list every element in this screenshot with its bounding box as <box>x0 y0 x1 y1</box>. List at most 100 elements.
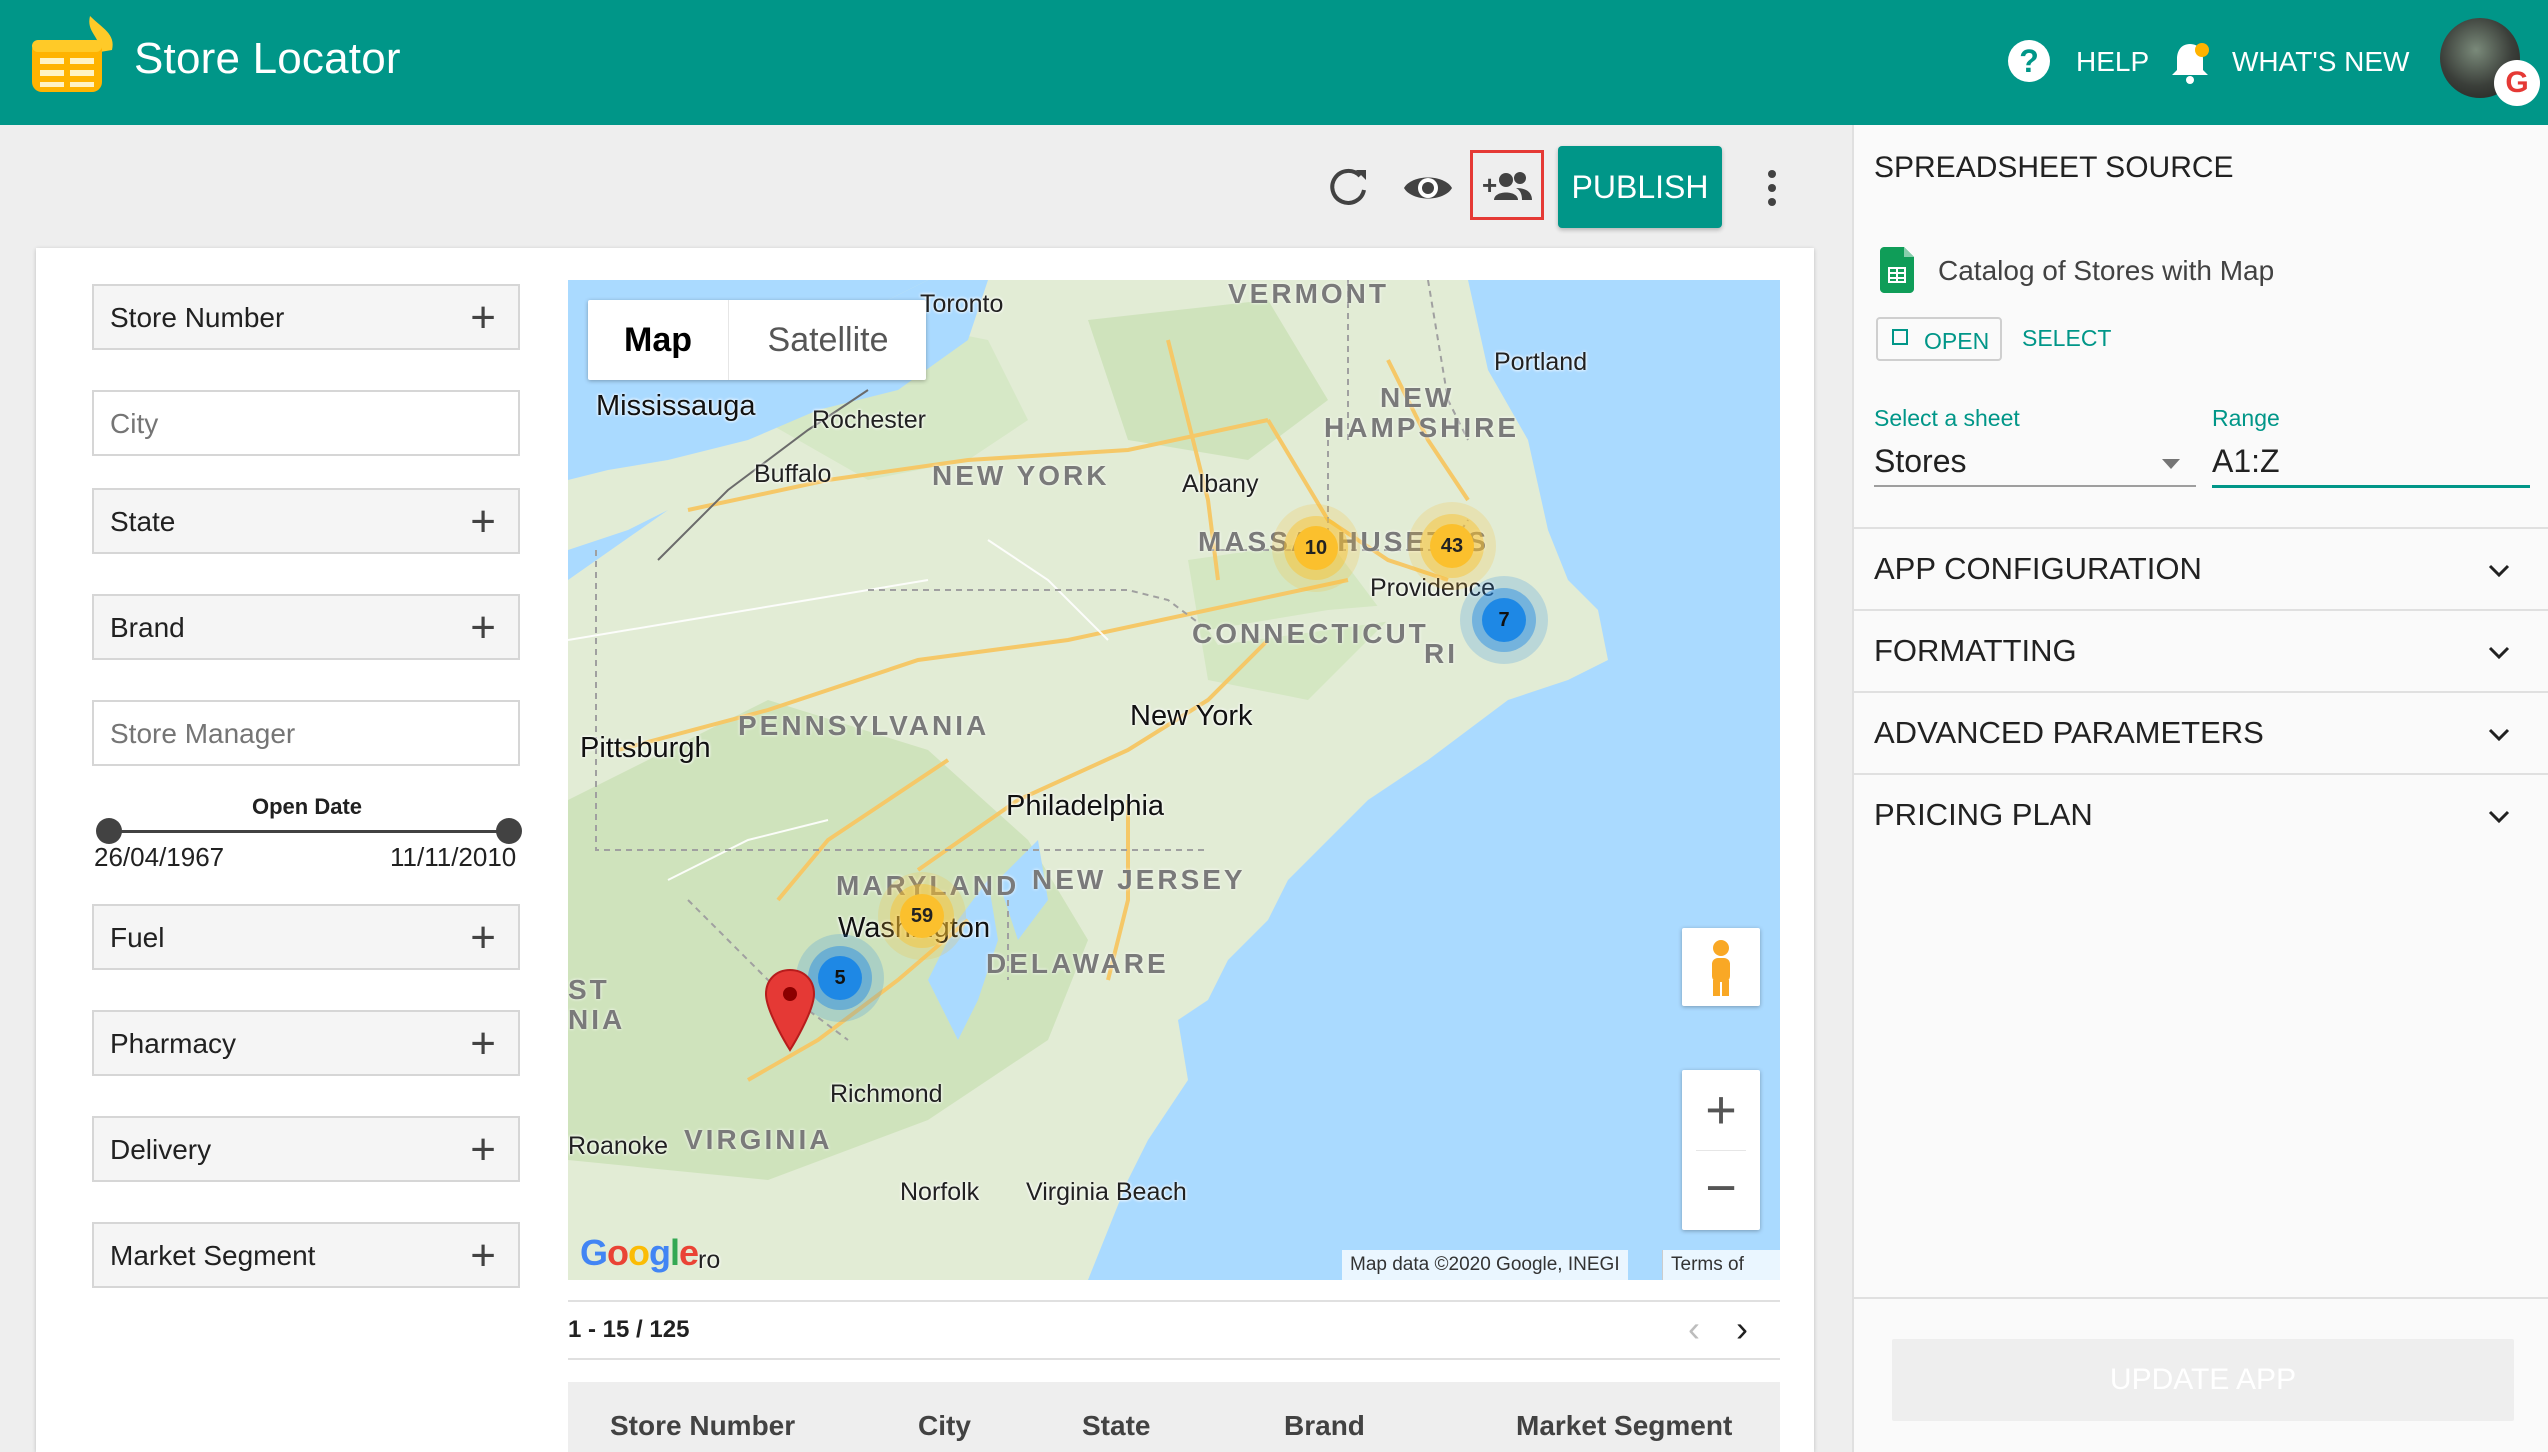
map-attribution: Map data ©2020 Google, INEGI <box>1342 1250 1628 1280</box>
filter-market-segment[interactable]: Market Segment + <box>92 1222 520 1288</box>
open-date-start: 26/04/1967 <box>94 842 225 872</box>
pager-prev-icon[interactable]: ‹ <box>1688 1308 1700 1350</box>
update-app-button[interactable]: UPDATE APP <box>1892 1339 2514 1421</box>
filter-state[interactable]: State + <box>92 488 520 554</box>
map-label-ri: RI <box>1424 638 1458 669</box>
help-link[interactable]: HELP <box>2076 46 2149 78</box>
pager-next-icon[interactable]: › <box>1736 1308 1748 1350</box>
dropdown-caret-icon[interactable] <box>2160 457 2182 471</box>
zoom-in-button[interactable]: + <box>1682 1070 1760 1150</box>
more-vert-icon[interactable] <box>1744 160 1800 216</box>
open-label: OPEN <box>1924 328 1990 354</box>
plus-icon[interactable]: + <box>470 296 496 340</box>
map-label-vermont: VERMONT <box>1228 280 1389 309</box>
open-date-end-handle[interactable] <box>496 818 522 844</box>
filter-label: Fuel <box>110 922 165 953</box>
section-formatting[interactable]: FORMATTING <box>1854 609 2548 691</box>
open-date-title: Open Date <box>252 794 363 819</box>
help-icon[interactable]: ? <box>2008 40 2050 82</box>
map-label-virginia-beach: Virginia Beach <box>1026 1178 1187 1206</box>
range-input[interactable]: A1:Z <box>2212 443 2280 480</box>
svg-text:+: + <box>1482 170 1497 200</box>
refresh-icon[interactable] <box>1320 160 1376 216</box>
section-pricing-plan[interactable]: PRICING PLAN <box>1854 773 2548 855</box>
terms-of-use-link[interactable]: Terms of Use <box>1662 1250 1780 1280</box>
plus-icon[interactable]: + <box>470 1022 496 1066</box>
filter-label: Market Segment <box>110 1240 316 1271</box>
preview-eye-icon[interactable] <box>1400 160 1456 216</box>
section-title: ADVANCED PARAMETERS <box>1874 715 2264 750</box>
plus-icon[interactable]: + <box>470 916 496 960</box>
cluster-marker[interactable]: 10 <box>1294 526 1338 570</box>
app-bar: Store Locator ? HELP WHAT'S NEW G <box>0 0 2548 125</box>
store-locator-preview-card: Store Number + City State + Brand + Stor… <box>36 248 1814 1452</box>
whats-new-link[interactable]: WHAT'S NEW <box>2232 46 2409 78</box>
cluster-marker[interactable]: 7 <box>1482 598 1526 642</box>
sheet-select-value[interactable]: Stores <box>1874 443 1966 480</box>
street-view-pegman[interactable] <box>1682 928 1760 1006</box>
location-pin-icon[interactable] <box>764 968 816 1052</box>
section-title: FORMATTING <box>1874 633 2077 668</box>
map-label-boro: ro <box>698 1246 721 1274</box>
google-logo: Google <box>580 1232 699 1273</box>
map-type-map-button[interactable]: Map <box>588 300 728 380</box>
bell-icon[interactable] <box>2168 38 2212 86</box>
map-label-mississauga: Mississauga <box>596 390 756 422</box>
open-spreadsheet-button[interactable]: OPEN <box>1876 317 2002 361</box>
filter-store-number[interactable]: Store Number + <box>92 284 520 350</box>
open-date-start-handle[interactable] <box>96 818 122 844</box>
filter-label: Delivery <box>110 1134 212 1165</box>
select-spreadsheet-button[interactable]: SELECT <box>2022 325 2111 352</box>
store-manager-input[interactable]: Store Manager <box>92 700 520 766</box>
map-label-west-virginia-1: ST <box>568 974 610 1005</box>
spreadsheet-name: Catalog of Stores with Map <box>1938 255 2275 286</box>
map-label-pittsburgh: Pittsburgh <box>580 732 711 764</box>
map-label-providence: Providence <box>1370 574 1496 602</box>
plus-icon[interactable]: + <box>470 1128 496 1172</box>
column-header-store-number[interactable]: Store Number <box>610 1410 795 1442</box>
filter-pharmacy[interactable]: Pharmacy + <box>92 1010 520 1076</box>
plus-icon[interactable]: + <box>470 1234 496 1278</box>
map-label-rochester: Rochester <box>812 406 926 434</box>
city-input[interactable]: City <box>92 390 520 456</box>
cluster-marker[interactable]: 43 <box>1430 524 1474 568</box>
open-date-slider-track[interactable] <box>108 830 508 833</box>
app-title: Store Locator <box>134 34 401 83</box>
zoom-out-button[interactable]: − <box>1682 1150 1760 1230</box>
pager-count: 1 - 15 / 125 <box>568 1316 690 1343</box>
plus-icon[interactable]: + <box>470 500 496 544</box>
publish-button[interactable]: PUBLISH <box>1558 146 1722 228</box>
cluster-marker[interactable]: 59 <box>900 894 944 938</box>
section-title: PRICING PLAN <box>1874 797 2093 832</box>
section-advanced-parameters[interactable]: ADVANCED PARAMETERS <box>1854 691 2548 773</box>
filter-fuel[interactable]: Fuel + <box>92 904 520 970</box>
pager-divider <box>568 1358 1780 1360</box>
map-label-toronto: Toronto <box>920 290 1004 318</box>
chevron-down-icon <box>2488 728 2510 742</box>
map-label-buffalo: Buffalo <box>754 460 832 488</box>
map-label-new-hampshire-1: NEW <box>1380 382 1455 413</box>
map-label-philadelphia: Philadelphia <box>1006 790 1165 822</box>
filter-delivery[interactable]: Delivery + <box>92 1116 520 1182</box>
external-link-icon <box>1892 329 1908 345</box>
cluster-marker[interactable]: 5 <box>818 956 862 1000</box>
store-map[interactable]: Map Satellite VERMONT Toronto Mississaug… <box>568 280 1780 1280</box>
section-app-configuration[interactable]: APP CONFIGURATION <box>1854 527 2548 609</box>
column-header-state[interactable]: State <box>1082 1410 1150 1442</box>
google-account-badge-icon: G <box>2496 62 2538 104</box>
column-header-city[interactable]: City <box>918 1410 971 1442</box>
pegman-icon <box>1712 940 1730 996</box>
column-header-market-segment[interactable]: Market Segment <box>1516 1410 1732 1442</box>
plus-icon[interactable]: + <box>470 606 496 650</box>
filter-brand[interactable]: Brand + <box>92 594 520 660</box>
map-label-new-hampshire-2: HAMPSHIRE <box>1324 412 1520 443</box>
map-label-connecticut: CONNECTICUT <box>1192 618 1429 649</box>
column-header-brand[interactable]: Brand <box>1284 1410 1365 1442</box>
store-locator-logo-icon <box>32 16 113 92</box>
map-label-west-virginia-2: NIA <box>568 1004 626 1035</box>
map-type-satellite-button[interactable]: Satellite <box>728 300 927 380</box>
share-add-people-icon[interactable]: + <box>1480 160 1536 216</box>
panel-footer-divider <box>1854 1297 2548 1299</box>
map-label-new-jersey: NEW JERSEY <box>1032 864 1246 895</box>
filter-label: Pharmacy <box>110 1028 237 1059</box>
